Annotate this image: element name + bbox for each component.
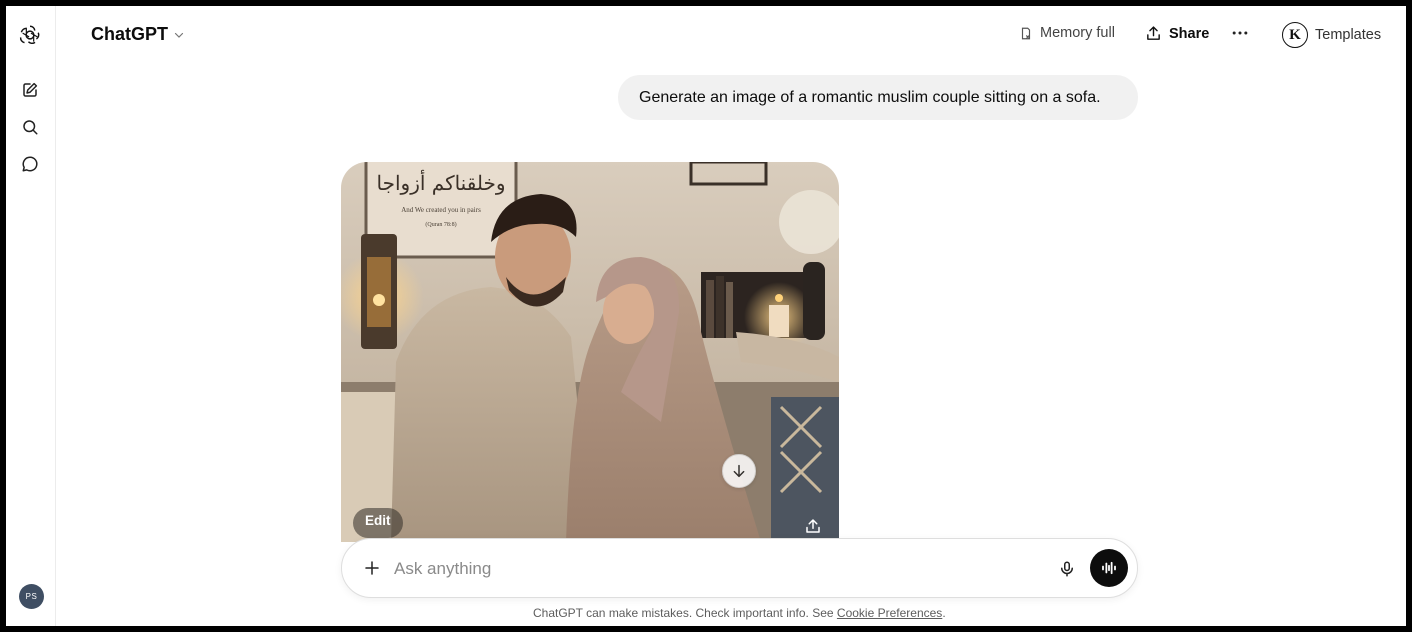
chatgpt-window: PS ChatGPT Memory full Share K Templates…	[6, 6, 1406, 626]
openai-logo-icon[interactable]	[17, 22, 43, 48]
voice-mode-button[interactable]	[1090, 549, 1128, 587]
sidebar-rail: PS	[6, 6, 56, 626]
disclaimer-end: .	[942, 606, 946, 620]
upload-icon	[806, 519, 820, 533]
caption-line1: And We created you in pairs	[401, 206, 481, 214]
user-message-bubble: Generate an image of a romantic muslim c…	[618, 75, 1138, 120]
cookie-preferences-link[interactable]: Cookie Preferences	[837, 606, 942, 620]
memory-label: Memory full	[1040, 25, 1115, 41]
disclaimer-text: ChatGPT can make mistakes. Check importa…	[533, 606, 837, 620]
generated-image[interactable]: وخلقناكم أزواجا And We created you in pa…	[341, 162, 839, 542]
plus-icon	[365, 561, 379, 575]
chat-bubble-icon[interactable]	[17, 151, 43, 177]
more-options-button[interactable]	[1230, 23, 1250, 43]
voice-waveform-icon	[1102, 561, 1116, 575]
more-horizontal-icon	[1232, 31, 1248, 35]
profile-badge-icon: K	[1282, 22, 1308, 48]
new-chat-icon[interactable]	[17, 77, 43, 103]
dictate-button[interactable]	[1054, 556, 1080, 582]
composer	[341, 538, 1138, 598]
avatar-initials: PS	[25, 592, 38, 601]
model-name: ChatGPT	[91, 24, 169, 44]
share-button[interactable]: Share	[1145, 25, 1209, 42]
user-message-text: Generate an image of a romantic muslim c…	[639, 88, 1101, 106]
share-icon	[1147, 26, 1160, 40]
memory-icon	[1021, 27, 1031, 39]
edit-label: Edit	[365, 513, 391, 528]
templates-button[interactable]: K Templates	[1282, 22, 1381, 48]
scroll-to-bottom-button[interactable]	[722, 454, 756, 488]
user-avatar[interactable]: PS	[19, 584, 44, 609]
templates-label: Templates	[1315, 27, 1382, 43]
share-label: Share	[1169, 25, 1210, 42]
arrow-down-icon	[733, 464, 745, 478]
search-icon[interactable]	[17, 114, 43, 140]
memory-full-button[interactable]: Memory full	[1019, 25, 1115, 41]
model-picker[interactable]: ChatGPT	[91, 24, 185, 45]
share-image-button[interactable]	[799, 512, 827, 540]
microphone-icon	[1061, 561, 1073, 577]
caption-line2: (Quran 78:8)	[425, 221, 456, 228]
edit-image-button[interactable]: Edit	[353, 508, 403, 538]
calligraphy-text: وخلقناكم أزواجا	[377, 169, 506, 195]
generated-image-illustration: وخلقناكم أزواجا And We created you in pa…	[341, 162, 839, 542]
chevron-down-icon	[174, 32, 184, 38]
add-attachment-button[interactable]	[359, 555, 385, 581]
prompt-input[interactable]	[394, 556, 994, 582]
